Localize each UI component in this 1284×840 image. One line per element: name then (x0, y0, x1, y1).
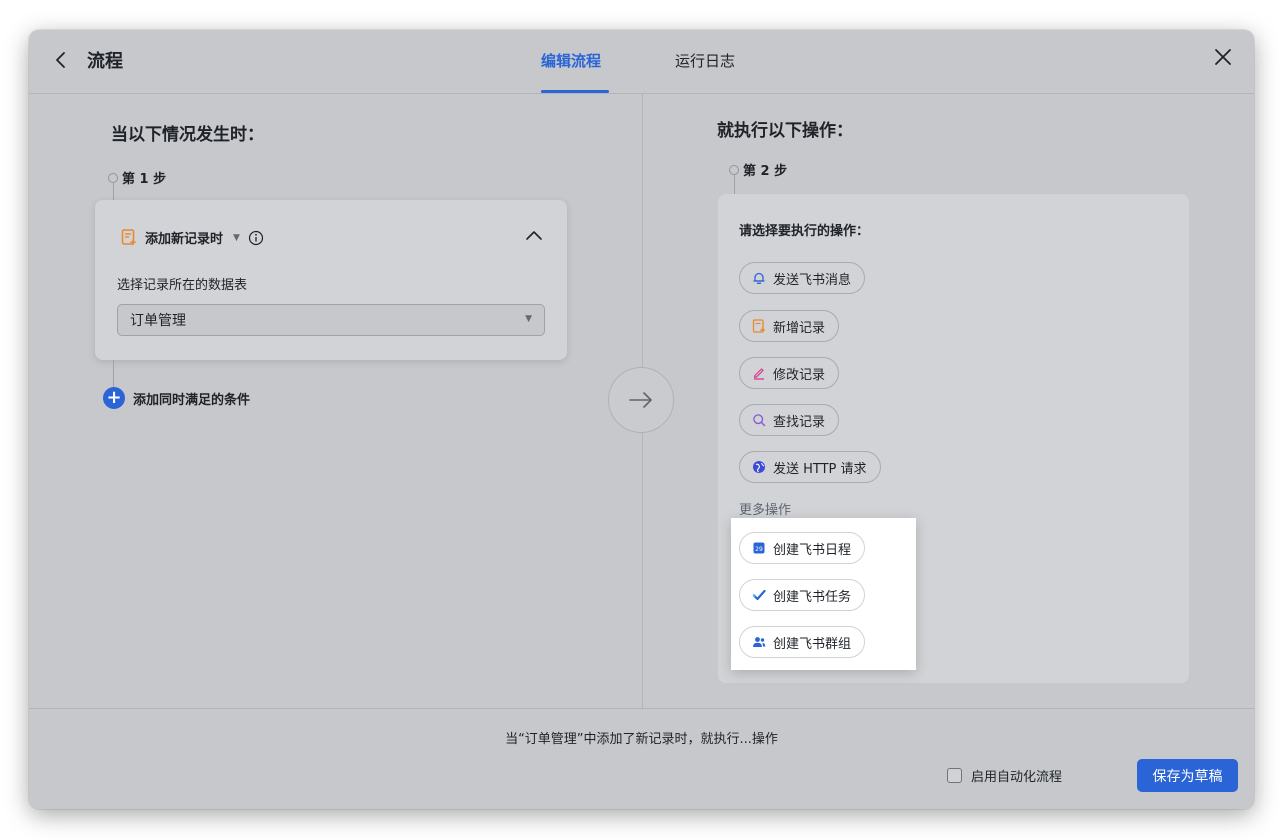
action-label: 查找记录 (773, 414, 826, 430)
more-actions-popup: 29 创建飞书日程 创建飞书任务 创建飞书群组 (731, 518, 916, 670)
calendar-icon: 29 (753, 542, 765, 554)
arrow-right-icon (629, 392, 652, 408)
active-tab-indicator (541, 90, 609, 93)
add-condition-button[interactable]: + 添加同时满足的条件 (103, 387, 250, 409)
enable-checkbox[interactable] (947, 768, 962, 783)
search-icon (753, 414, 766, 427)
action-label: 发送飞书消息 (773, 272, 852, 288)
step-1-label: 第 1 步 (108, 168, 166, 187)
automation-flow-dialog: 流程 编辑流程 运行日志 当以下情况发生时： 第 1 步 添加新记录时 ▼ 选择… (29, 30, 1254, 809)
add-condition-label: 添加同时满足的条件 (133, 392, 251, 408)
step-1-text: 第 1 步 (122, 172, 167, 187)
action-create-group-button[interactable]: 创建飞书群组 (739, 626, 866, 658)
add-record-icon (121, 229, 136, 245)
step-dot-icon (729, 164, 739, 175)
chevron-up-icon[interactable] (525, 228, 543, 242)
enable-automation-toggle[interactable]: 启用自动化流程 (947, 766, 1062, 785)
svg-text:29: 29 (755, 546, 763, 553)
trigger-heading: 当以下情况发生时： (111, 125, 264, 145)
action-edit-record-button[interactable]: 修改记录 (739, 357, 840, 389)
action-label: 创建飞书日程 (773, 542, 852, 558)
action-prompt: 请选择要执行的操作： (739, 224, 870, 239)
check-task-icon (752, 589, 766, 601)
caret-down-icon: ▼ (525, 314, 532, 324)
trigger-event-label: 添加新记录时 (145, 232, 224, 247)
plus-icon: + (103, 387, 125, 409)
table-field-label: 选择记录所在的数据表 (117, 278, 248, 293)
dialog-header: 流程 编辑流程 运行日志 (29, 30, 1254, 94)
action-send-message-button[interactable]: 发送飞书消息 (739, 262, 866, 294)
connector-line (734, 175, 735, 194)
close-icon[interactable] (1212, 46, 1234, 68)
table-select[interactable]: 订单管理 ▼ (117, 304, 545, 336)
action-label: 创建飞书任务 (773, 589, 852, 605)
footer-divider (29, 708, 1254, 709)
connector-line (113, 360, 114, 387)
step-2-text: 第 2 步 (743, 164, 788, 179)
action-create-calendar-button[interactable]: 29 创建飞书日程 (739, 532, 866, 564)
more-actions-label: 更多操作 (739, 503, 792, 518)
action-label: 创建飞书群组 (773, 636, 852, 652)
table-select-value: 订单管理 (130, 313, 186, 329)
bell-icon (753, 272, 765, 284)
connector-line (113, 183, 114, 200)
page-title: 流程 (87, 51, 123, 72)
back-icon[interactable] (51, 48, 71, 72)
trigger-event-selector[interactable]: 添加新记录时 ▼ (121, 228, 264, 247)
info-icon[interactable] (248, 230, 264, 246)
action-label: 新增记录 (773, 320, 826, 336)
action-heading: 就执行以下操作： (717, 121, 853, 141)
add-record-icon (752, 319, 765, 333)
step-dot-icon (108, 172, 118, 183)
enable-automation-label: 启用自动化流程 (971, 770, 1063, 785)
caret-down-icon: ▼ (233, 232, 240, 243)
flow-arrow (608, 367, 674, 433)
globe-icon (753, 461, 765, 473)
pencil-icon (754, 368, 764, 380)
action-http-request-button[interactable]: 发送 HTTP 请求 (739, 451, 881, 483)
group-icon (753, 637, 766, 647)
tab-edit-flow[interactable]: 编辑流程 (541, 50, 601, 71)
trigger-card: 添加新记录时 ▼ 选择记录所在的数据表 订单管理 ▼ (95, 200, 567, 360)
action-find-record-button[interactable]: 查找记录 (739, 404, 840, 436)
action-label: 修改记录 (773, 367, 826, 383)
action-create-task-button[interactable]: 创建飞书任务 (739, 579, 866, 611)
action-label: 发送 HTTP 请求 (773, 461, 867, 477)
action-add-record-button[interactable]: 新增记录 (739, 310, 840, 342)
tab-run-log[interactable]: 运行日志 (675, 50, 735, 71)
save-draft-button[interactable]: 保存为草稿 (1137, 759, 1238, 792)
flow-summary: 当“订单管理”中添加了新记录时，就执行...操作 (505, 732, 778, 747)
step-2-label: 第 2 步 (729, 160, 787, 179)
